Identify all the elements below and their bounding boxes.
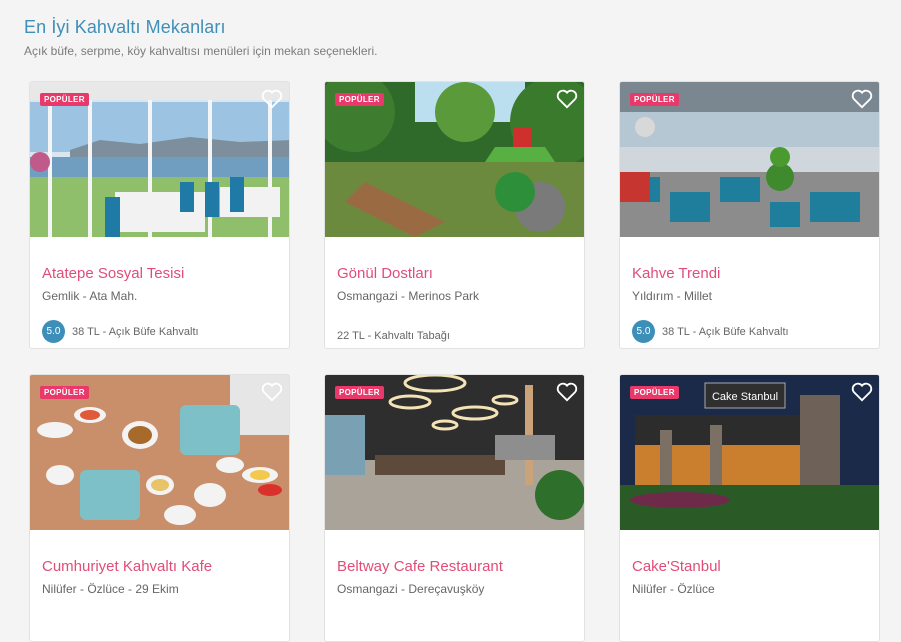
venue-name[interactable]: Beltway Cafe Restaurant (337, 558, 503, 575)
popular-badge: POPÜLER (40, 93, 89, 106)
price-info: 38 TL - Açık Büfe Kahvaltı (72, 325, 199, 338)
venue-location: Yıldırım - Millet (632, 289, 713, 303)
venue-card[interactable]: POPÜLER Kahve Trendi Yıldırım - Millet 5… (619, 81, 880, 349)
venue-name[interactable]: Cumhuriyet Kahvaltı Kafe (42, 558, 212, 575)
venue-location: Nilüfer - Özlüce (632, 582, 715, 596)
price-info: 38 TL - Açık Büfe Kahvaltı (662, 325, 789, 338)
rating-badge: 5.0 (42, 320, 65, 343)
venue-name[interactable]: Cake'Stanbul (632, 558, 721, 575)
heart-icon[interactable] (556, 382, 578, 402)
venue-card[interactable]: POPÜLER Cumhuriyet Kahvaltı Kafe Nilüfer… (29, 374, 290, 642)
popular-badge: POPÜLER (40, 386, 89, 399)
heart-icon[interactable] (556, 89, 578, 109)
venue-meta: 5.0 38 TL - Açık Büfe Kahvaltı (42, 320, 199, 343)
heart-icon[interactable] (851, 382, 873, 402)
venue-card[interactable]: POPÜLER Atatepe Sosyal Tesisi Gemlik - A… (29, 81, 290, 349)
page-subtitle: Açık büfe, serpme, köy kahvaltısı menüle… (24, 44, 378, 58)
venue-meta: 5.0 38 TL - Açık Büfe Kahvaltı (632, 320, 789, 343)
popular-badge: POPÜLER (630, 93, 679, 106)
venue-photo[interactable]: POPÜLER (620, 82, 879, 237)
heart-icon[interactable] (261, 89, 283, 109)
venue-name[interactable]: Atatepe Sosyal Tesisi (42, 265, 184, 282)
venue-location: Osmangazi - Merinos Park (337, 289, 480, 303)
popular-badge: POPÜLER (335, 93, 384, 106)
venue-card[interactable]: Cake Stanbul POPÜLER Cake'Stanbul Nilüfe… (619, 374, 880, 642)
shop-sign-text: Cake Stanbul (712, 391, 778, 403)
venue-location: Osmangazi - Dereçavuşköy (337, 582, 485, 596)
popular-badge: POPÜLER (630, 386, 679, 399)
heart-icon[interactable] (851, 89, 873, 109)
venue-meta: 22 TL - Kahvaltı Tabağı (337, 330, 450, 342)
popular-badge: POPÜLER (335, 386, 384, 399)
venue-card[interactable]: POPÜLER Beltway Cafe Restaurant Osmangaz… (324, 374, 585, 642)
venue-name[interactable]: Kahve Trendi (632, 265, 720, 282)
venue-card[interactable]: POPÜLER Gönül Dostları Osmangazi - Merin… (324, 81, 585, 349)
venue-photo[interactable]: POPÜLER (325, 375, 584, 530)
venue-photo[interactable]: Cake Stanbul POPÜLER (620, 375, 879, 530)
venue-name[interactable]: Gönül Dostları (337, 265, 433, 282)
rating-badge: 5.0 (632, 320, 655, 343)
page-title: En İyi Kahvaltı Mekanları (24, 17, 226, 37)
venue-location: Gemlik - Ata Mah. (42, 289, 138, 303)
venue-location: Nilüfer - Özlüce - 29 Ekim (42, 582, 179, 596)
venue-photo[interactable]: POPÜLER (30, 375, 289, 530)
venue-photo[interactable]: POPÜLER (30, 82, 289, 237)
price-info: 22 TL - Kahvaltı Tabağı (337, 330, 450, 342)
venue-photo[interactable]: POPÜLER (325, 82, 584, 237)
page-header: En İyi Kahvaltı Mekanları Açık büfe, ser… (24, 17, 377, 58)
heart-icon[interactable] (261, 382, 283, 402)
